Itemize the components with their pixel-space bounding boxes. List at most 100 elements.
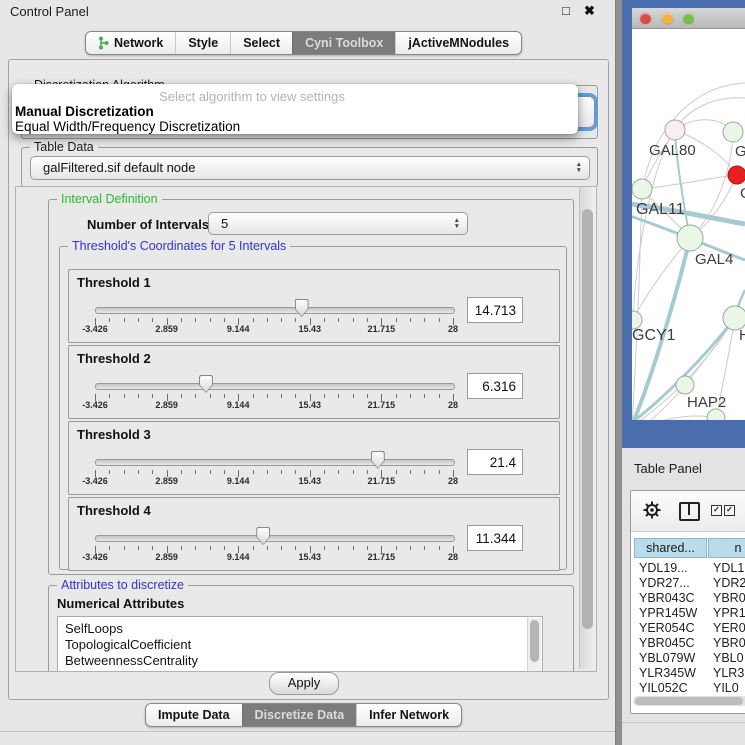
tab-style[interactable]: Style: [175, 32, 230, 54]
algorithm-option-1[interactable]: Manual Discretization: [15, 104, 154, 119]
number-of-intervals-label: Number of Intervals: [87, 217, 209, 232]
tab-label: Discretize Data: [255, 704, 345, 726]
table-cell-shared[interactable]: YIL052C: [639, 681, 688, 695]
table-cell-shared[interactable]: YDL19...: [639, 561, 688, 575]
gear-icon[interactable]: [643, 501, 661, 519]
threshold-value-input[interactable]: [467, 449, 523, 475]
network-edge[interactable]: [642, 175, 737, 189]
mac-close-icon[interactable]: [640, 13, 651, 24]
tab-impute-data[interactable]: Impute Data: [146, 704, 242, 726]
table-cell-name[interactable]: YBL0: [713, 651, 744, 665]
table-cell-shared[interactable]: YLR345W: [639, 666, 696, 680]
tab-select[interactable]: Select: [230, 32, 292, 54]
tab-discretize-data[interactable]: Discretize Data: [242, 704, 357, 726]
table-cell-name[interactable]: YER0: [713, 621, 745, 635]
table-cell-name[interactable]: YBR0: [713, 591, 745, 605]
table-panel-divider: [622, 722, 745, 723]
slider-track[interactable]: [95, 383, 455, 390]
tick-label: -3.426: [82, 552, 108, 562]
apply-button[interactable]: Apply: [269, 672, 339, 695]
table-cell-shared[interactable]: YPR145W: [639, 606, 697, 620]
minor-tick: [367, 394, 368, 398]
minor-tick: [439, 546, 440, 550]
minor-tick: [181, 470, 182, 474]
network-edge[interactable]: [632, 416, 716, 420]
slider-track[interactable]: [95, 307, 455, 314]
tab-infer-network[interactable]: Infer Network: [356, 704, 461, 726]
network-node[interactable]: [728, 166, 745, 184]
close-window-icon[interactable]: ✖: [584, 3, 595, 19]
slider-handle[interactable]: [295, 299, 309, 317]
table-horizontal-scrollbar[interactable]: [633, 696, 745, 706]
number-of-intervals-spinner[interactable]: 5 ▲▼: [208, 212, 468, 235]
mac-minimize-icon[interactable]: [662, 13, 673, 24]
minor-tick: [410, 394, 411, 398]
attributes-group: Attributes to discretize Numerical Attri…: [48, 585, 574, 672]
tick-label: 9.144: [227, 400, 250, 410]
minor-tick: [424, 546, 425, 550]
threshold-value-input[interactable]: [467, 373, 523, 399]
table-cell-shared[interactable]: YER054C: [639, 621, 695, 635]
numerical-attributes-list[interactable]: SelfLoopsTopologicalCoefficientBetweenne…: [57, 616, 543, 672]
tab-network[interactable]: Network: [86, 32, 175, 54]
network-node[interactable]: [665, 120, 685, 140]
algorithm-option-2[interactable]: Equal Width/Frequency Discretization: [15, 119, 240, 134]
float-window-icon[interactable]: □: [562, 3, 570, 18]
network-canvas[interactable]: GAL80GAGGAL11GAL4GCY1HHAP2: [632, 28, 745, 420]
table-cell-name[interactable]: YLR3: [713, 666, 744, 680]
table-cell-name[interactable]: YPR1: [713, 606, 745, 620]
table-cell-shared[interactable]: YBR043C: [639, 591, 695, 605]
minor-tick: [152, 470, 153, 474]
node-label: GAL4: [695, 251, 733, 268]
slider-track[interactable]: [95, 459, 455, 466]
tab-jactivemnodules[interactable]: jActiveMNodules: [395, 32, 521, 54]
slider-handle[interactable]: [199, 375, 213, 393]
checkbox-icon[interactable]: ✓: [711, 505, 722, 516]
scrollbar-thumb[interactable]: [582, 209, 593, 629]
table-panel-title: Table Panel: [634, 461, 702, 476]
minor-tick: [267, 394, 268, 398]
minor-tick: [353, 470, 354, 474]
checkbox-icon[interactable]: ✓: [724, 505, 735, 516]
tab-label: Impute Data: [158, 704, 230, 726]
split-column-icon[interactable]: [679, 502, 700, 521]
threshold-value-input[interactable]: [467, 525, 523, 551]
table-cell-name[interactable]: YIL0: [713, 681, 739, 695]
node-label: G: [740, 185, 745, 202]
table-cell-name[interactable]: YBR0: [713, 636, 745, 650]
node-label: GAL11: [636, 201, 685, 218]
table-data-combobox[interactable]: galFiltered.sif default node ▲▼: [30, 156, 590, 180]
table-cell-name[interactable]: YDR2: [713, 576, 745, 590]
tab-cyni-toolbox[interactable]: Cyni Toolbox: [292, 32, 395, 54]
table-cell-shared[interactable]: YBR045C: [639, 636, 695, 650]
minor-tick: [124, 318, 125, 322]
scrollbar-thumb[interactable]: [635, 697, 743, 705]
slider-handle[interactable]: [371, 451, 385, 469]
threshold-value-input[interactable]: [467, 297, 523, 323]
mac-zoom-icon[interactable]: [683, 13, 694, 24]
minor-tick: [281, 470, 282, 474]
network-node[interactable]: [723, 122, 743, 142]
window-title: Control Panel: [10, 4, 89, 19]
table-cell-name[interactable]: YDL1: [713, 561, 744, 575]
network-node[interactable]: [677, 225, 703, 251]
tick-label: -3.426: [82, 476, 108, 486]
minor-tick: [267, 470, 268, 474]
attribute-item[interactable]: TopologicalCoefficient: [65, 637, 191, 652]
slider-track[interactable]: [95, 535, 455, 542]
attribute-item[interactable]: BetweennessCentrality: [65, 653, 198, 668]
slider-handle[interactable]: [256, 527, 270, 545]
settings-vertical-scrollbar[interactable]: [579, 187, 596, 669]
table-cell-shared[interactable]: YDR27...: [639, 576, 690, 590]
attributes-list-scrollbar[interactable]: [527, 618, 541, 672]
minor-tick: [367, 470, 368, 474]
attribute-item[interactable]: SelfLoops: [65, 621, 123, 636]
table-cell-shared[interactable]: YBL079W: [639, 651, 695, 665]
network-node[interactable]: [676, 376, 694, 394]
minor-tick: [109, 470, 110, 474]
tick-label: 2.859: [155, 552, 178, 562]
column-header-shared[interactable]: shared...: [634, 538, 707, 558]
column-header-name[interactable]: n: [708, 538, 745, 558]
network-node[interactable]: [632, 179, 652, 199]
tick-label: 21.715: [368, 552, 396, 562]
